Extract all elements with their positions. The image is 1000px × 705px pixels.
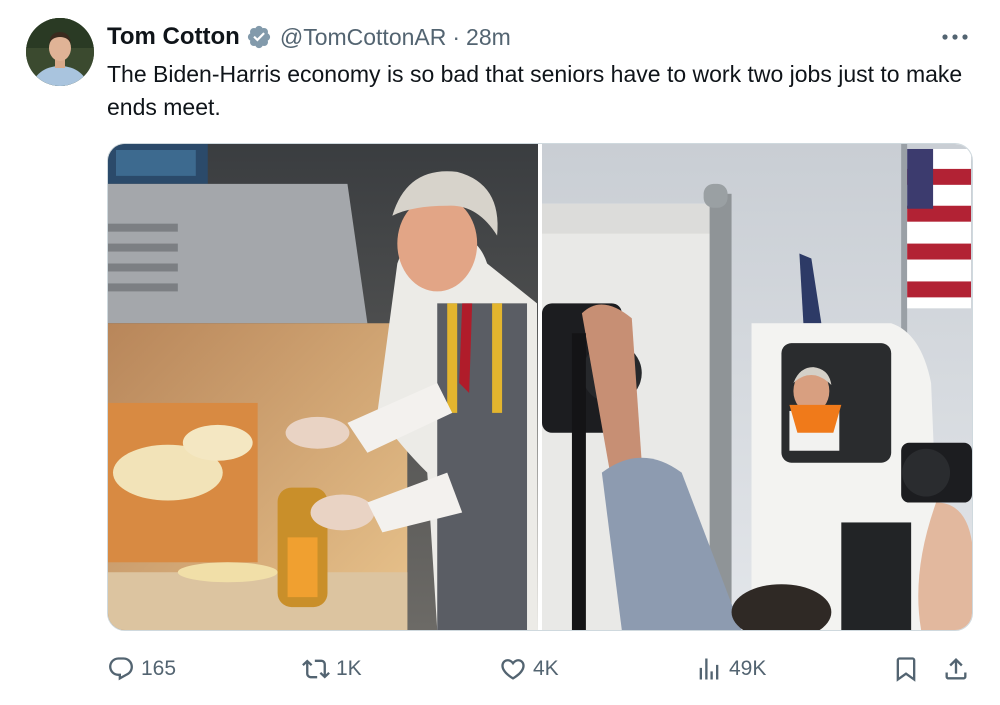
like-button[interactable]: 4K [499,652,559,686]
reply-icon [109,657,133,681]
author-handle[interactable]: @TomCottonAR [280,24,447,51]
author-avatar[interactable] [26,18,94,86]
repost-count: 1K [336,657,362,680]
repost-icon [302,659,330,679]
bookmark-icon [896,657,916,682]
header-separator: · [452,23,461,50]
author-name[interactable]: Tom Cotton [107,23,240,51]
share-icon [945,658,967,680]
tweet-media [107,143,973,631]
verified-badge-icon[interactable] [246,24,272,50]
avatar-image [26,18,94,86]
share-button[interactable] [942,652,970,686]
tweet-header: Tom Cotton @TomCottonAR · 28m [107,20,511,54]
repost-button[interactable]: 1K [302,652,362,686]
views-button[interactable]: 49K [695,652,766,686]
reply-button[interactable]: 165 [107,652,176,686]
media-photo-fry-station[interactable] [108,144,538,630]
views-count: 49K [729,657,767,680]
media-photo-garbage-truck[interactable] [542,144,972,630]
more-options-icon[interactable] [938,24,972,50]
tweet-action-bar: 165 1K 4K 49K [107,652,973,686]
views-icon [699,658,719,680]
tweet-timestamp[interactable]: 28m [466,24,511,51]
reply-count: 165 [141,657,177,680]
like-count: 4K [533,657,559,680]
like-icon [501,659,525,680]
tweet-text: The Biden-Harris economy is so bad that … [107,61,963,120]
bookmark-button[interactable] [892,652,920,686]
